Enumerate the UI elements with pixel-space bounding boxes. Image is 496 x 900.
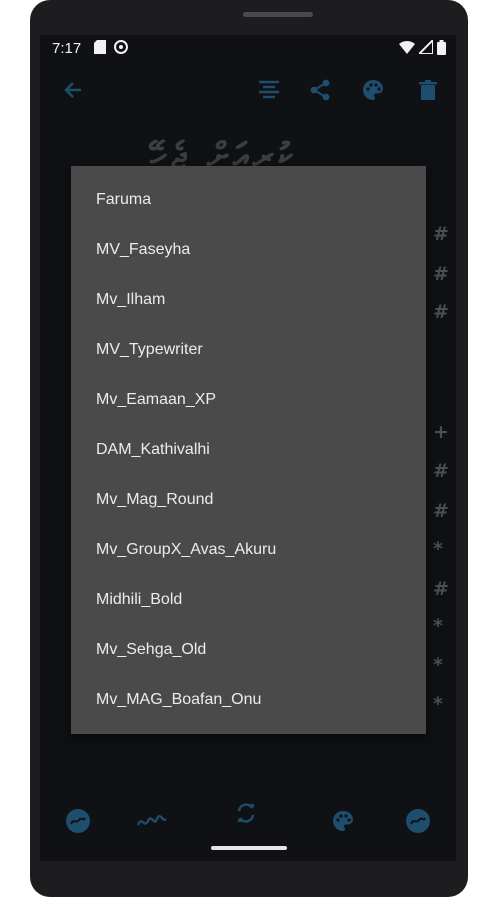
side-glyph: # (433, 301, 449, 323)
wifi-icon (399, 40, 415, 59)
side-glyph: # (433, 460, 449, 482)
font-menu-item-mv-mag-round[interactable]: Mv_Mag_Round (71, 475, 426, 525)
side-glyph: # (433, 578, 449, 600)
font-menu-item-midhili-bold[interactable]: Midhili_Bold (71, 575, 426, 625)
refresh-icon[interactable] (226, 793, 266, 833)
share-icon[interactable] (305, 75, 335, 105)
signal-icon (416, 37, 434, 59)
delete-icon[interactable] (413, 75, 443, 105)
swirl-icon[interactable] (398, 801, 438, 841)
palette-icon[interactable] (323, 801, 363, 841)
align-center-icon[interactable] (254, 75, 284, 105)
back-arrow-icon[interactable] (58, 75, 88, 105)
battery-icon (437, 40, 446, 59)
font-menu-item-mv-eamaan-xp[interactable]: Mv_Eamaan_XP (71, 375, 426, 425)
status-bar: 7:17 (40, 35, 456, 63)
status-left-icons (94, 40, 128, 58)
font-menu-item-faruma[interactable]: Faruma (71, 175, 426, 225)
font-menu-item-mv-mag-boafan-onu[interactable]: Mv_MAG_Boafan_Onu (71, 675, 426, 725)
side-glyph: * (433, 693, 443, 715)
side-glyph: * (433, 654, 443, 676)
font-menu-item-mv-ilham[interactable]: Mv_Ilham (71, 275, 426, 325)
font-menu-item-mv-sehga-old[interactable]: Mv_Sehga_Old (71, 625, 426, 675)
phone-speaker (243, 12, 313, 17)
font-dropdown-menu: Faruma MV_Faseyha Mv_Ilham MV_Typewriter… (71, 166, 426, 734)
font-menu-item-dam-kathivalhi[interactable]: DAM_Kathivalhi (71, 425, 426, 475)
side-glyph: * (433, 615, 443, 637)
font-menu-item-mv-groupx-avas-akuru[interactable]: Mv_GroupX_Avas_Akuru (71, 525, 426, 575)
status-right-icons (399, 37, 446, 59)
vpn-icon (114, 40, 128, 58)
side-glyph: # (433, 223, 449, 245)
status-time: 7:17 (52, 40, 82, 57)
side-glyph: # (433, 263, 449, 285)
sd-card-icon (94, 40, 106, 58)
palette-icon[interactable] (358, 75, 388, 105)
squiggle-icon[interactable] (132, 801, 172, 841)
font-menu-item-mv-typewriter[interactable]: MV_Typewriter (71, 325, 426, 375)
font-menu-item-mv-faseyha[interactable]: MV_Faseyha (71, 225, 426, 275)
side-glyph: # (433, 500, 449, 522)
bottom-toolbar (40, 801, 456, 841)
home-indicator[interactable] (211, 846, 287, 850)
swirl-icon[interactable] (58, 801, 98, 841)
top-toolbar (40, 75, 456, 105)
side-glyph: * (433, 538, 443, 560)
app-screen: 7:17 ކުރިއަށް ޖެހޭ # # # + # # * # * * *… (40, 35, 456, 861)
side-glyph: + (433, 421, 449, 443)
